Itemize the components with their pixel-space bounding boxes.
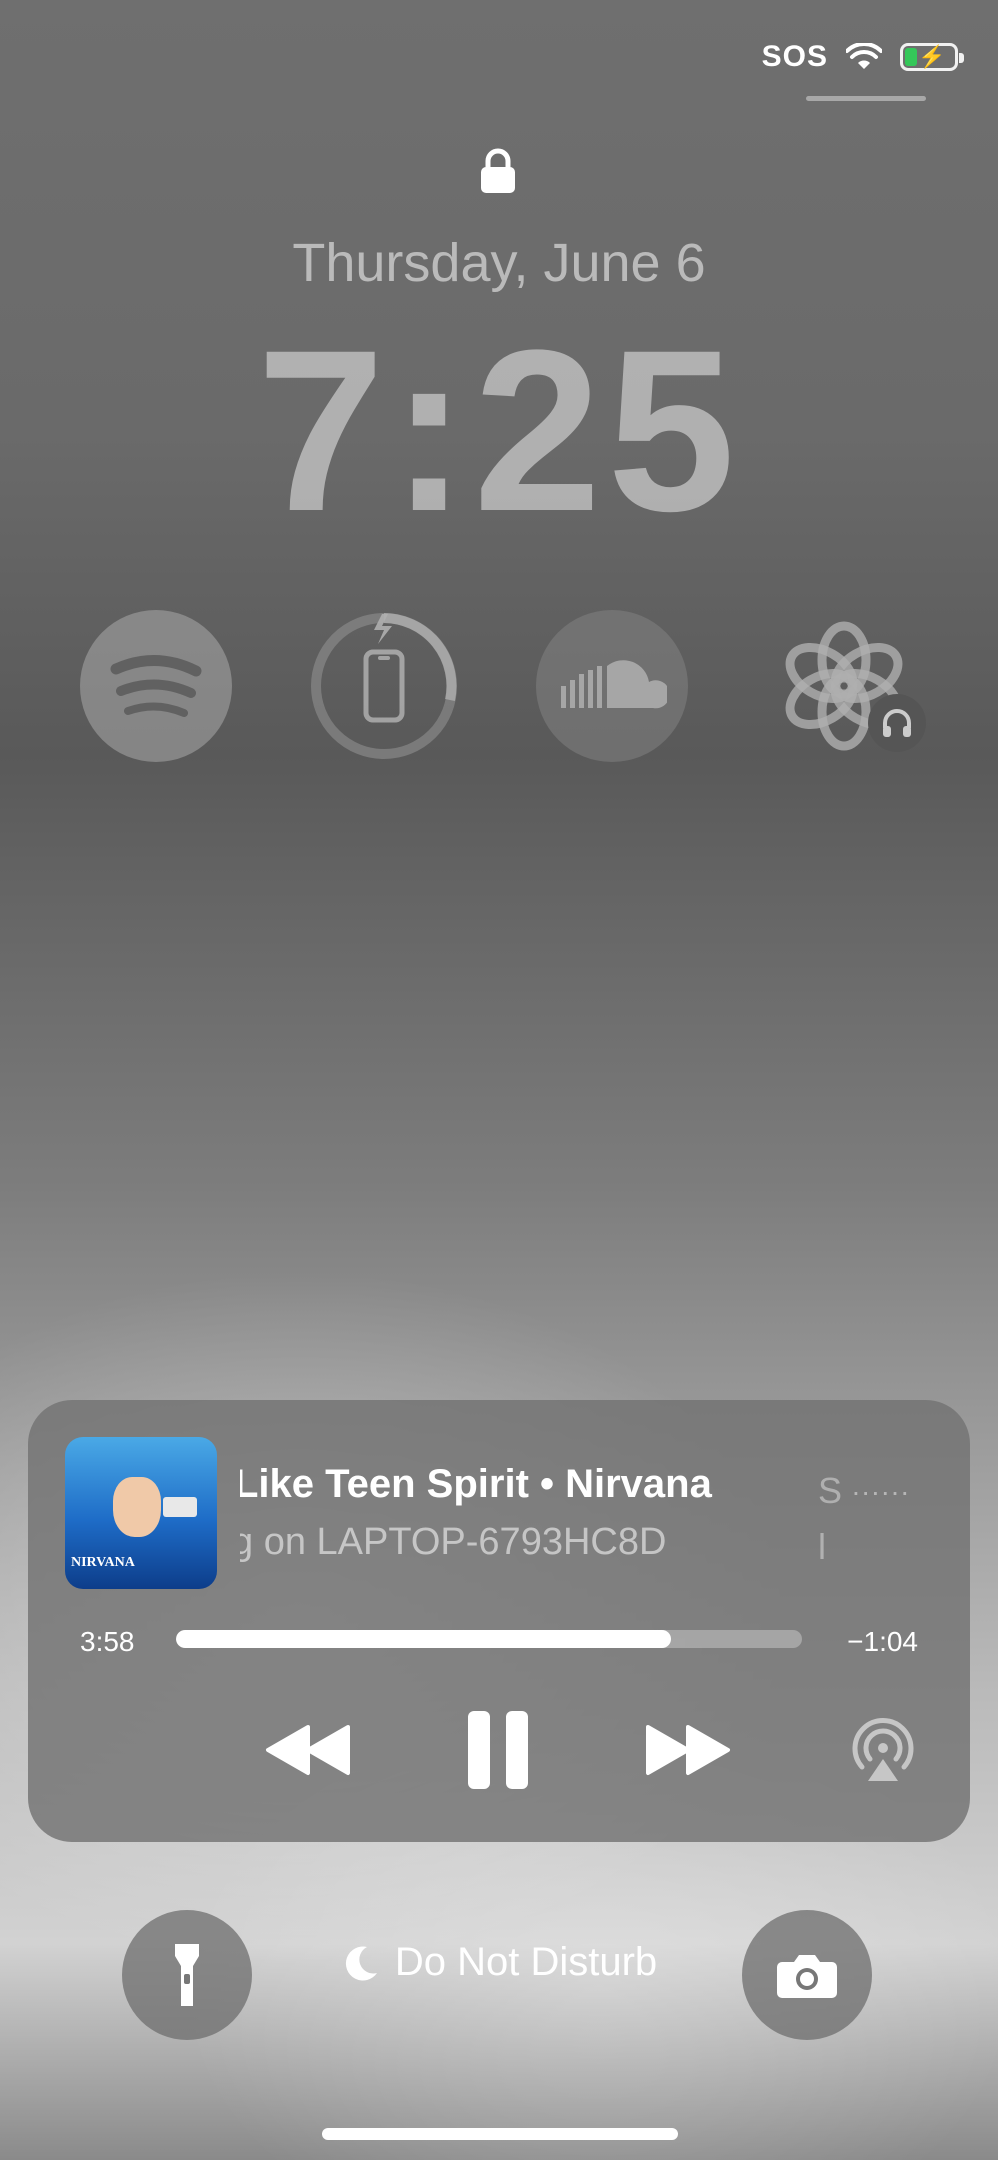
spotify-widget[interactable]: [80, 610, 232, 762]
track-info[interactable]: Like Teen Spirit • Nirvana g on LAPTOP-6…: [240, 1462, 800, 1564]
lock-date: Thursday, June 6: [292, 233, 706, 293]
headphones-icon: [883, 709, 911, 737]
remaining-time: −1:04: [847, 1626, 918, 1657]
lock-widgets: [80, 610, 926, 762]
rewind-icon: [266, 1725, 350, 1775]
spotify-icon: [110, 655, 202, 717]
fast-forward-icon: [646, 1725, 730, 1775]
playback-progress: [176, 1630, 671, 1648]
focus-mode-label: Do Not Disturb: [394, 1940, 658, 1984]
camera-button[interactable]: [742, 1910, 872, 2040]
status-bar: SOS ⚡: [761, 40, 964, 74]
status-underline: [806, 96, 926, 101]
elapsed-time: 3:58: [80, 1626, 135, 1657]
camera-icon: [777, 1955, 837, 1998]
battery-level: [905, 48, 917, 66]
playback-scrubber[interactable]: [176, 1630, 802, 1648]
soundcloud-widget[interactable]: [536, 610, 688, 762]
wifi-icon: [846, 43, 882, 69]
album-art-figure: [113, 1477, 161, 1537]
airplay-button[interactable]: [838, 1700, 928, 1800]
moon-icon: [345, 1945, 377, 1980]
soundcloud-icon: [561, 660, 667, 709]
album-art-dollar: [163, 1497, 197, 1517]
pause-button[interactable]: [448, 1700, 548, 1800]
home-indicator[interactable]: [322, 2128, 678, 2140]
openai-widget[interactable]: [768, 610, 926, 762]
rewind-button[interactable]: [258, 1700, 358, 1800]
lock-icon: [481, 148, 515, 193]
phone-battery-icon: [311, 613, 457, 759]
battery-charging-icon: ⚡: [900, 43, 964, 71]
airplay-audio-icon: [852, 1717, 914, 1781]
playback-device: g on LAPTOP-6793HC8D: [240, 1521, 667, 1563]
fast-forward-button[interactable]: [638, 1700, 738, 1800]
lock-time: 7:25: [256, 302, 742, 559]
next-track-title-ghost: S: [818, 1470, 843, 1511]
track-title: Like Teen Spirit • Nirvana: [240, 1462, 712, 1506]
next-track-device-ghost: l: [818, 1526, 826, 1567]
pause-icon: [468, 1711, 528, 1789]
phone-battery-widget[interactable]: [308, 610, 460, 762]
carrier-status: SOS: [761, 40, 828, 73]
now-playing-widget[interactable]: NIRVANA Like Teen Spirit • Nirvana g on …: [28, 1400, 970, 1842]
next-track-ghost: S l: [818, 1470, 842, 1568]
more-dots: ......: [852, 1470, 911, 1501]
headphones-badge: [868, 694, 926, 752]
album-art-label: NIRVANA: [71, 1555, 135, 1570]
album-artwork[interactable]: NIRVANA: [65, 1437, 217, 1589]
playback-controls: [28, 1700, 970, 1800]
